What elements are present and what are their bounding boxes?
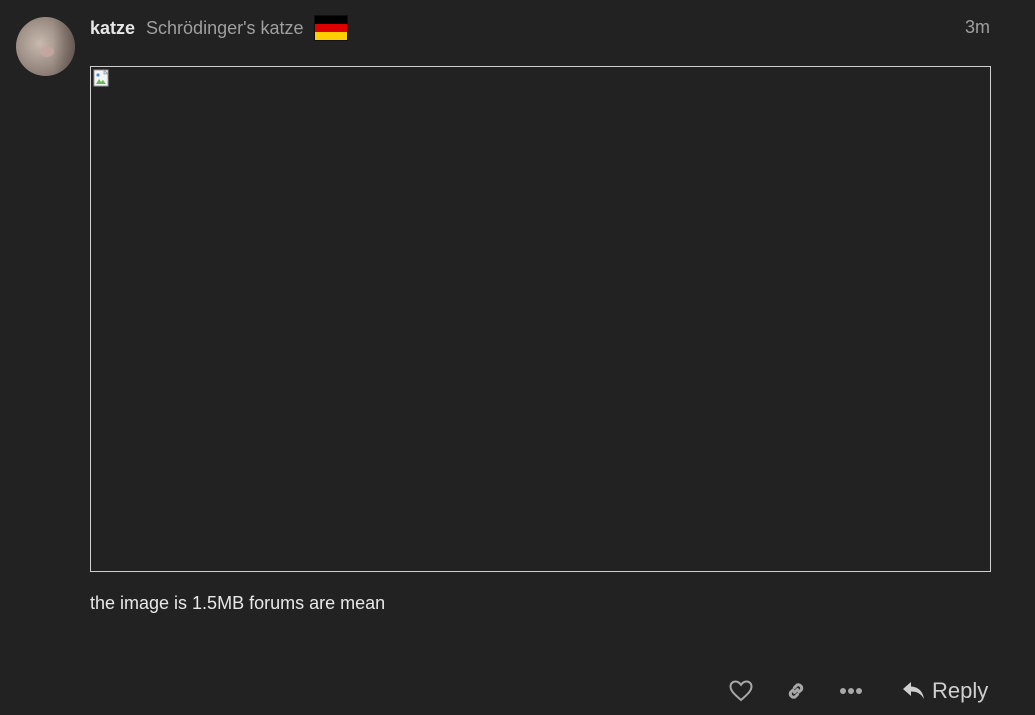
post-timestamp[interactable]: 3m <box>965 17 990 38</box>
reply-label: Reply <box>932 678 989 703</box>
avatar[interactable] <box>16 17 75 76</box>
ellipsis-icon <box>840 688 862 694</box>
flag-stripe-red <box>314 24 347 32</box>
like-button[interactable] <box>727 677 755 705</box>
germany-flag-icon <box>314 16 347 40</box>
reply-button[interactable]: Reply <box>902 676 988 706</box>
link-icon <box>788 683 804 699</box>
heart-icon <box>729 680 753 702</box>
reply-arrow-icon <box>903 682 924 699</box>
broken-image-icon <box>93 69 109 87</box>
flag-stripe-black <box>314 16 347 24</box>
post-image[interactable] <box>90 66 991 572</box>
post-actions: Reply <box>0 672 1035 712</box>
username[interactable]: katze <box>90 18 135 39</box>
post-body-text: the image is 1.5MB forums are mean <box>90 593 386 613</box>
post-meta: katze Schrödinger's katze <box>90 16 347 40</box>
user-title: Schrödinger's katze <box>146 17 304 38</box>
share-link-button[interactable] <box>782 677 810 705</box>
forum-post: katze Schrödinger's katze 3m the image i… <box>0 0 1035 715</box>
more-actions-button[interactable] <box>837 677 865 705</box>
flag-stripe-gold <box>314 32 347 40</box>
